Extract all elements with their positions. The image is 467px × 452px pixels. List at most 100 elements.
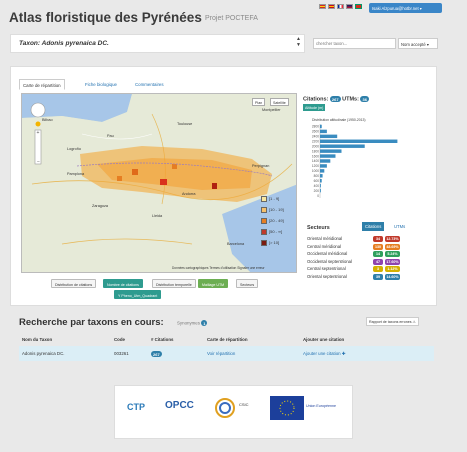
- synonyms-label[interactable]: Synonymes 1: [177, 320, 208, 326]
- map-legend: [1 - 9] [10 - 19] [20 - 49] [50 - ∞] [> …: [261, 194, 301, 256]
- distribution-map[interactable]: + − Plan Satellite Bilbao Logroño Zarago…: [21, 93, 297, 273]
- chart-tick-label: 1800: [312, 149, 319, 153]
- sector-name: Oriental méridional: [307, 236, 343, 241]
- legend-swatch: [261, 229, 267, 235]
- tab-biological-sheet[interactable]: Fiche biologique: [82, 79, 120, 90]
- report-errors-button[interactable]: Rapport de taxons errones ⚠: [366, 317, 419, 326]
- taxon-bar: Taxon: Adonis pyrenaica DC. ▲ ▼: [10, 34, 305, 53]
- legend-label: [50 - ∞]: [269, 229, 283, 235]
- chart-bar: [320, 149, 342, 153]
- pheno-utm-button[interactable]: Y Pheno_Utm_Quadrant: [114, 290, 162, 299]
- tab-sectors-citations[interactable]: Citations: [362, 222, 385, 231]
- spanish-flag-icon[interactable]: [328, 4, 335, 9]
- chart-bar: [320, 139, 398, 143]
- tab-sectors-utms[interactable]: UTMs: [394, 224, 405, 229]
- map-city-label: Bilbao: [42, 118, 53, 122]
- sector-percent-badge: 12.73%: [385, 236, 400, 242]
- sector-name: Occidental septentrional: [307, 258, 352, 264]
- sector-count-badge: 47: [373, 258, 383, 265]
- citation-count-button[interactable]: Nombre de citations: [103, 279, 143, 288]
- column-header-citations: # Citations: [151, 337, 174, 342]
- citation-distribution-button[interactable]: Distribution de citations: [51, 279, 97, 288]
- utms-label: UTMs:: [342, 96, 359, 103]
- chart-tick-label: 1600: [312, 154, 319, 158]
- sector-percent-badge: 14.60%: [385, 273, 400, 280]
- results-title: Recherche par taxons en cours:: [19, 317, 164, 328]
- map-city-label: Lleida: [152, 214, 163, 218]
- chart-tick-label: 2000: [312, 144, 319, 148]
- view-distribution-link[interactable]: Voir répartition: [207, 351, 235, 356]
- chart-bar: [320, 174, 323, 178]
- taxon-search-input[interactable]: [313, 38, 396, 49]
- legend-swatch: [261, 207, 267, 213]
- column-header-code: Code: [114, 337, 125, 342]
- svg-text:−: −: [37, 159, 40, 165]
- column-header-add: Ajouter une citation: [303, 337, 345, 342]
- chart-tick-label: 1200: [312, 164, 319, 168]
- map-type-plan-button[interactable]: Plan: [252, 98, 266, 106]
- sector-row: Occidental méridional 14 5.24%: [307, 251, 427, 258]
- taxon-label: Taxon: Adonis pyrenaica DC.: [19, 40, 109, 47]
- sector-percent-badge: 48.69%: [385, 243, 400, 250]
- french-flag-icon[interactable]: [337, 4, 344, 9]
- english-flag-icon[interactable]: [346, 4, 353, 9]
- map-canvas: + −: [22, 94, 296, 272]
- sector-row: Central septentrional 3 1.12%: [307, 266, 427, 273]
- tab-distribution-map[interactable]: Carte de répartition: [19, 79, 65, 90]
- ctp-logo: CTP: [127, 402, 145, 412]
- app-subtitle: Projet POCTEFA: [205, 15, 258, 22]
- chart-bar: [320, 179, 322, 183]
- chart-bar: [320, 134, 338, 139]
- sector-row: Oriental méridional 34 12.73%: [307, 236, 427, 243]
- svg-text:+: +: [37, 130, 40, 136]
- legend-label: [1 - 9]: [269, 196, 280, 202]
- temporal-distribution-button[interactable]: Distribution temporelle: [152, 279, 196, 288]
- sector-row: Occidental septentrional 47 17.60%: [307, 258, 427, 266]
- map-attribution: Données cartographiques Termes d'utilisa…: [172, 266, 265, 270]
- sector-count-badge: 3: [373, 266, 383, 272]
- chart-bar: [320, 159, 331, 163]
- eu-label: Union Européenne: [306, 404, 336, 408]
- add-citation-link[interactable]: Ajouter une citation ✚: [303, 351, 346, 357]
- citations-label: Citations:: [303, 96, 329, 103]
- altitude-button[interactable]: Altitude (m): [303, 104, 326, 111]
- column-header-name: Nom du Taxon: [22, 337, 53, 342]
- tab-comments[interactable]: Commentaires: [132, 79, 167, 90]
- sectors-button[interactable]: Secteurs: [236, 279, 259, 288]
- map-city-label: Pau: [107, 134, 114, 138]
- basque-flag-icon[interactable]: [355, 4, 362, 9]
- map-city-label: Perpignan: [252, 164, 270, 168]
- taxon-nav-arrows-icon[interactable]: ▲ ▼: [296, 36, 301, 48]
- sectors-title: Secteurs: [307, 225, 330, 231]
- map-city-label: Pamplona: [67, 172, 85, 176]
- utms-count-badge: 36: [360, 96, 369, 102]
- map-city-label: Montpellier: [262, 108, 281, 112]
- legend-swatch: [261, 196, 267, 202]
- altitude-chart: 2800260024002200200018001600140012001000…: [312, 124, 398, 198]
- name-type-select[interactable]: Nom accepté ▾: [398, 38, 438, 49]
- map-city-label: Zaragoza: [92, 204, 109, 208]
- catalan-flag-icon[interactable]: [319, 4, 326, 9]
- map-city-label: Logroño: [67, 147, 81, 151]
- synonyms-count-badge: 1: [201, 320, 208, 326]
- sector-row: Central méridional 130 48.69%: [307, 243, 427, 251]
- legend-swatch: [261, 218, 267, 224]
- chart-tick-label: 800: [314, 174, 320, 178]
- row-taxon-name: Adonis pyrenaica DC.: [22, 351, 65, 356]
- chart-tick-label: 2600: [312, 130, 319, 134]
- legend-label: [20 - 49]: [269, 218, 284, 224]
- chart-tick-label: 600: [314, 179, 320, 183]
- user-menu-button[interactable]: Isaki Alzpurua@hotbr.net ▾: [369, 3, 442, 13]
- csic-logo-icon: [215, 398, 235, 418]
- eu-flag-icon: [270, 396, 304, 420]
- chart-tick-label: 1400: [312, 159, 319, 163]
- chart-bar: [320, 183, 321, 188]
- map-type-satellite-button[interactable]: Satellite: [270, 98, 289, 106]
- chart-tick-label: 0: [317, 194, 319, 198]
- row-citations: 267: [151, 351, 162, 357]
- legend-label: [> 10]: [269, 240, 280, 246]
- sector-row: Oriental septentrional 39 14.60%: [307, 273, 427, 281]
- sector-count-badge: 39: [373, 273, 383, 280]
- utm-grid-button[interactable]: Maillage UTM: [198, 279, 229, 288]
- row-code: 003261: [114, 351, 129, 356]
